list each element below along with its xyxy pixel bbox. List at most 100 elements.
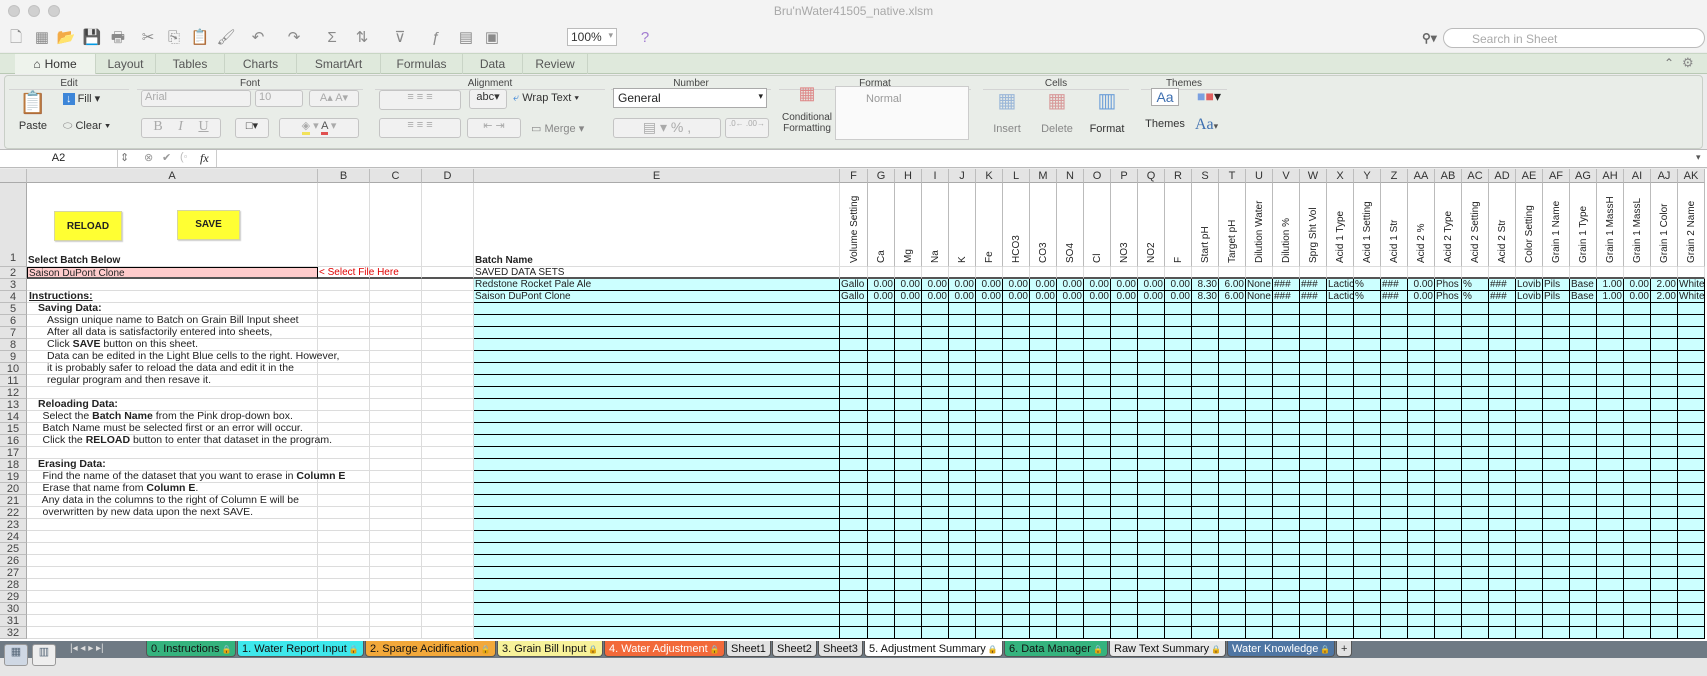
cell-X32[interactable] (1327, 627, 1354, 639)
cut-icon[interactable]: ✂ (138, 28, 158, 48)
cell-S9[interactable] (1192, 351, 1219, 363)
row-header-14[interactable]: 14 (0, 411, 27, 423)
cell-K13[interactable] (976, 399, 1003, 411)
cell-B27[interactable] (318, 567, 370, 579)
cell-V22[interactable] (1273, 507, 1300, 519)
cell-M25[interactable] (1030, 543, 1057, 555)
cell-N13[interactable] (1057, 399, 1084, 411)
cell-V9[interactable] (1273, 351, 1300, 363)
cell-E29[interactable] (474, 591, 840, 603)
cell-AE32[interactable] (1516, 627, 1543, 639)
cell-D11[interactable] (422, 375, 474, 387)
cell-AD24[interactable] (1489, 531, 1516, 543)
row-header-22[interactable]: 22 (0, 507, 27, 519)
cell-AK9[interactable] (1678, 351, 1705, 363)
cell-AC29[interactable] (1462, 591, 1489, 603)
cell-AI17[interactable] (1624, 447, 1651, 459)
cell-L11[interactable] (1003, 375, 1030, 387)
row-header-19[interactable]: 19 (0, 471, 27, 483)
cell-P23[interactable] (1111, 519, 1138, 531)
cell-P27[interactable] (1111, 567, 1138, 579)
cell-AB12[interactable] (1435, 387, 1462, 399)
cell-Y24[interactable] (1354, 531, 1381, 543)
cell-K20[interactable] (976, 483, 1003, 495)
cell-O15[interactable] (1084, 423, 1111, 435)
cell-G28[interactable] (868, 579, 895, 591)
cell-D30[interactable] (422, 603, 474, 615)
cell-I10[interactable] (922, 363, 949, 375)
cell-AK25[interactable] (1678, 543, 1705, 555)
cell-Q19[interactable] (1138, 471, 1165, 483)
cell-AE20[interactable] (1516, 483, 1543, 495)
name-box-stepper[interactable]: ⇕ (120, 151, 129, 164)
cell-AA13[interactable] (1408, 399, 1435, 411)
cell-C11[interactable] (370, 375, 422, 387)
cell-N32[interactable] (1057, 627, 1084, 639)
cell-S3[interactable]: 8.30 (1192, 279, 1219, 291)
cell-AE14[interactable] (1516, 411, 1543, 423)
cell-D20[interactable] (422, 483, 474, 495)
cell-Y3[interactable]: % (1354, 279, 1381, 291)
cell-I5[interactable] (922, 303, 949, 315)
cell-AD21[interactable] (1489, 495, 1516, 507)
cell-AD3[interactable]: ### (1489, 279, 1516, 291)
cell-AG16[interactable] (1570, 435, 1597, 447)
column-header-P[interactable]: P (1111, 169, 1138, 183)
cell-F17[interactable] (840, 447, 868, 459)
expand-formula-icon[interactable]: ▾ (1696, 152, 1701, 163)
indent-buttons[interactable]: ⇤ ⇥ (467, 118, 521, 138)
cell-J21[interactable] (949, 495, 976, 507)
cell-U29[interactable] (1246, 591, 1273, 603)
cell-Q9[interactable] (1138, 351, 1165, 363)
row-header-20[interactable]: 20 (0, 483, 27, 495)
cell-S12[interactable] (1192, 387, 1219, 399)
cell-E9[interactable] (474, 351, 840, 363)
cell-W24[interactable] (1300, 531, 1327, 543)
cell-AF9[interactable] (1543, 351, 1570, 363)
cell-AI18[interactable] (1624, 459, 1651, 471)
column-header-J[interactable]: J (949, 169, 976, 183)
cell-AB27[interactable] (1435, 567, 1462, 579)
cell-Q1[interactable]: NO2 (1138, 183, 1165, 267)
cell-L17[interactable] (1003, 447, 1030, 459)
cell-U23[interactable] (1246, 519, 1273, 531)
cell-AF4[interactable]: Pils (1543, 291, 1570, 303)
cell-R8[interactable] (1165, 339, 1192, 351)
cell-T22[interactable] (1219, 507, 1246, 519)
cell-B5[interactable] (318, 303, 370, 315)
cell-A29[interactable] (27, 591, 318, 603)
cell-U4[interactable]: None (1246, 291, 1273, 303)
cell-R23[interactable] (1165, 519, 1192, 531)
cell-G15[interactable] (868, 423, 895, 435)
cell-W26[interactable] (1300, 555, 1327, 567)
cell-G26[interactable] (868, 555, 895, 567)
column-header-N[interactable]: N (1057, 169, 1084, 183)
cell-Z12[interactable] (1381, 387, 1408, 399)
cell-AA26[interactable] (1408, 555, 1435, 567)
cell-D18[interactable] (422, 459, 474, 471)
cell-AJ14[interactable] (1651, 411, 1678, 423)
cell-U10[interactable] (1246, 363, 1273, 375)
cell-T2[interactable] (1219, 267, 1246, 279)
cell-Y25[interactable] (1354, 543, 1381, 555)
cell-AB17[interactable] (1435, 447, 1462, 459)
cell-D15[interactable] (422, 423, 474, 435)
cell-E19[interactable] (474, 471, 840, 483)
cell-R20[interactable] (1165, 483, 1192, 495)
cell-AC17[interactable] (1462, 447, 1489, 459)
column-header-AF[interactable]: AF (1543, 169, 1570, 183)
cell-C23[interactable] (370, 519, 422, 531)
cell-AC9[interactable] (1462, 351, 1489, 363)
cell-V14[interactable] (1273, 411, 1300, 423)
column-header-AE[interactable]: AE (1516, 169, 1543, 183)
cell-R24[interactable] (1165, 531, 1192, 543)
cell-P28[interactable] (1111, 579, 1138, 591)
cell-J31[interactable] (949, 615, 976, 627)
cell-L27[interactable] (1003, 567, 1030, 579)
open-icon[interactable]: 📂 (56, 28, 76, 48)
zoom-select[interactable]: 100% ▾ (567, 28, 617, 46)
cell-AI8[interactable] (1624, 339, 1651, 351)
cell-AE18[interactable] (1516, 459, 1543, 471)
cell-W27[interactable] (1300, 567, 1327, 579)
cell-J19[interactable] (949, 471, 976, 483)
